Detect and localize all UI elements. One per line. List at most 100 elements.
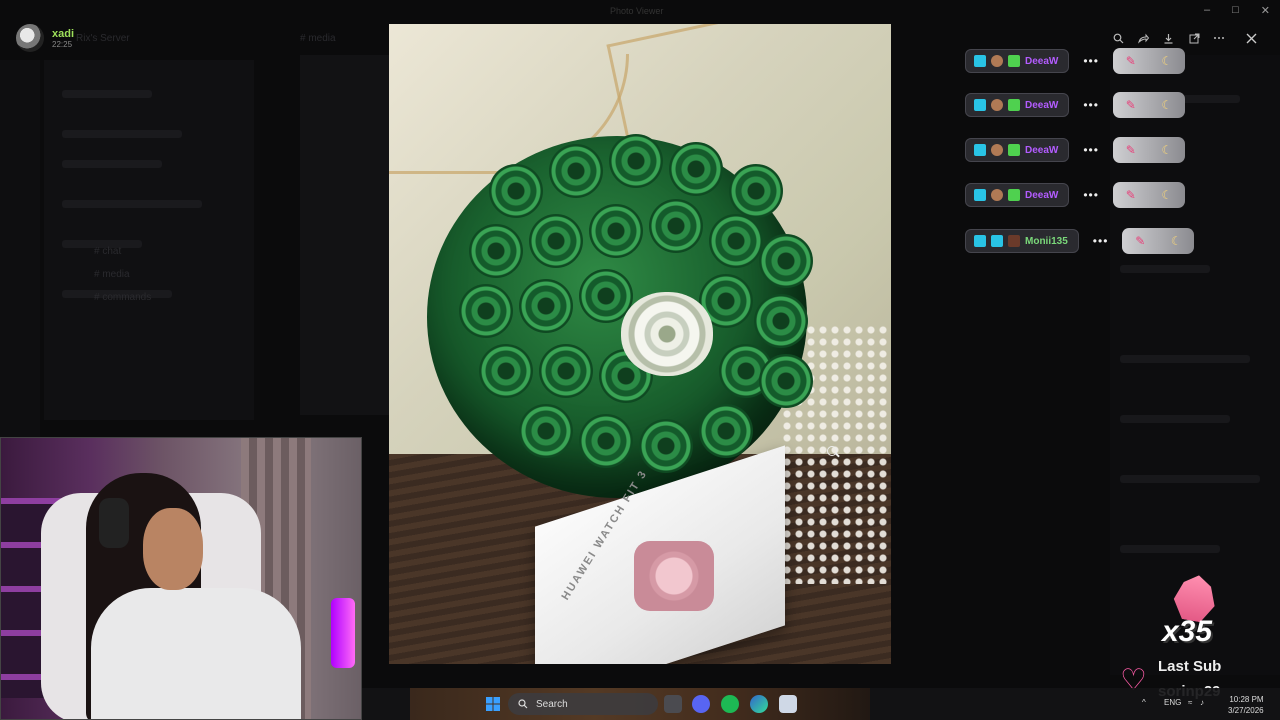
window-close-button[interactable]: ✕	[1261, 4, 1270, 17]
window-controls: – □ ✕	[1204, 4, 1270, 17]
chat-dots: •••	[1083, 98, 1099, 112]
chevron-up-icon[interactable]: ^	[1142, 698, 1146, 707]
chat-row[interactable]: DeeaW ••• ✎ ☾	[965, 137, 1185, 163]
discord-icon[interactable]	[692, 695, 710, 713]
green-rose	[469, 224, 523, 278]
green-rose	[669, 142, 723, 196]
viewer-title: Photo Viewer	[610, 6, 664, 16]
streamer-face	[143, 508, 203, 590]
chat-username[interactable]: Monii135	[1025, 236, 1068, 247]
server-name: Rix's Server	[76, 33, 130, 44]
channel-item	[62, 160, 162, 168]
photo-view[interactable]: HUAWEI WATCH FIT 3	[389, 24, 891, 664]
windows-start-icon[interactable]	[484, 695, 502, 713]
green-rose	[649, 199, 703, 253]
taskbar-search[interactable]: Search	[508, 693, 658, 715]
edge-icon[interactable]	[750, 695, 768, 713]
badge-icon	[1008, 55, 1020, 67]
pen-emote-icon: ✎	[1125, 98, 1136, 112]
wifi-icon[interactable]: ≈	[1188, 698, 1192, 707]
channel-chat: # chat	[94, 246, 122, 257]
green-rose	[539, 344, 593, 398]
more-icon[interactable]	[1210, 29, 1228, 47]
green-rose	[549, 144, 603, 198]
chat-row[interactable]: DeeaW ••• ✎ ☾	[965, 48, 1185, 74]
chat-pane	[300, 55, 390, 415]
clock-time: 10:28 PM	[1229, 695, 1264, 704]
volume-icon[interactable]: ♪	[1200, 698, 1204, 707]
close-icon[interactable]	[1240, 25, 1262, 51]
green-rose	[754, 294, 808, 348]
user-profile[interactable]: xadi 22:25	[16, 24, 74, 52]
chat-username[interactable]: DeeaW	[1025, 100, 1058, 111]
chat-row[interactable]: DeeaW ••• ✎ ☾	[965, 92, 1185, 118]
magnifier-icon[interactable]	[1110, 29, 1128, 47]
green-rose	[759, 234, 813, 288]
spotify-icon[interactable]	[721, 695, 739, 713]
badge-icon	[1008, 235, 1020, 247]
moon-emote-icon: ☾	[1161, 188, 1173, 202]
badge-icon	[1008, 189, 1020, 201]
badge-icon	[974, 55, 986, 67]
moon-emote-icon: ☾	[1161, 98, 1173, 112]
pen-emote-icon: ✎	[1135, 234, 1146, 248]
server-sidebar	[0, 60, 40, 440]
open-external-icon[interactable]	[1185, 29, 1203, 47]
webcam-feed	[0, 437, 362, 720]
avatar	[16, 24, 44, 52]
download-icon[interactable]	[1160, 29, 1178, 47]
green-rose	[589, 204, 643, 258]
channel-title: # media	[300, 33, 336, 44]
chat-row[interactable]: DeeaW ••• ✎ ☾	[965, 182, 1185, 208]
moon-emote-icon: ☾	[1170, 234, 1182, 248]
chat-dots: •••	[1092, 234, 1109, 248]
chat-username[interactable]: DeeaW	[1025, 145, 1058, 156]
minimize-button[interactable]: –	[1204, 4, 1210, 17]
clock-date: 3/27/2026	[1228, 706, 1264, 715]
badge-icon	[991, 144, 1003, 156]
share-icon[interactable]	[1135, 29, 1153, 47]
headset	[99, 498, 129, 548]
green-rose	[759, 354, 813, 408]
badge-icon	[991, 235, 1003, 247]
user-badges: DeeaW	[965, 138, 1070, 162]
badge-icon	[1008, 99, 1020, 111]
system-clock[interactable]: 10:28 PM 3/27/2026	[1228, 694, 1264, 716]
channel-list	[44, 60, 254, 420]
app-icon[interactable]	[779, 695, 797, 713]
emote-pill: ✎ ☾	[1112, 182, 1185, 208]
member-item	[1120, 475, 1260, 483]
chat-username[interactable]: DeeaW	[1025, 190, 1058, 201]
user-badges: DeeaW	[965, 49, 1070, 73]
user-badges: DeeaW	[965, 183, 1070, 207]
maximize-button[interactable]: □	[1232, 4, 1239, 17]
last-sub-label: Last Sub	[1158, 658, 1222, 675]
green-rose	[579, 414, 633, 468]
badge-icon	[974, 189, 986, 201]
search-label: Search	[536, 698, 568, 710]
member-item	[1120, 355, 1250, 363]
chat-username[interactable]: DeeaW	[1025, 56, 1058, 67]
moon-emote-icon: ☾	[1161, 143, 1173, 157]
green-rose	[519, 404, 573, 458]
green-rose	[609, 134, 663, 188]
user-badges: Monii135	[965, 229, 1079, 253]
chat-row[interactable]: Monii135 ••• ✎ ☾	[965, 228, 1195, 254]
channel-media: # media	[94, 269, 130, 280]
green-rose	[529, 214, 583, 268]
badge-icon	[974, 99, 986, 111]
badge-icon	[974, 235, 986, 247]
chat-dots: •••	[1083, 54, 1099, 68]
green-rose	[459, 284, 513, 338]
search-icon	[518, 699, 528, 709]
member-item	[1120, 265, 1210, 273]
language-indicator[interactable]: ENG	[1164, 698, 1181, 707]
member-item	[1120, 545, 1220, 553]
channel-commands: # commands	[94, 292, 152, 303]
file-explorer-icon[interactable]	[664, 695, 682, 713]
user-badges: DeeaW	[965, 93, 1070, 117]
emote-pill: ✎ ☾	[1122, 228, 1195, 254]
pen-emote-icon: ✎	[1125, 188, 1136, 202]
neon-lamp	[331, 598, 355, 668]
streamer-hoodie	[91, 588, 301, 719]
